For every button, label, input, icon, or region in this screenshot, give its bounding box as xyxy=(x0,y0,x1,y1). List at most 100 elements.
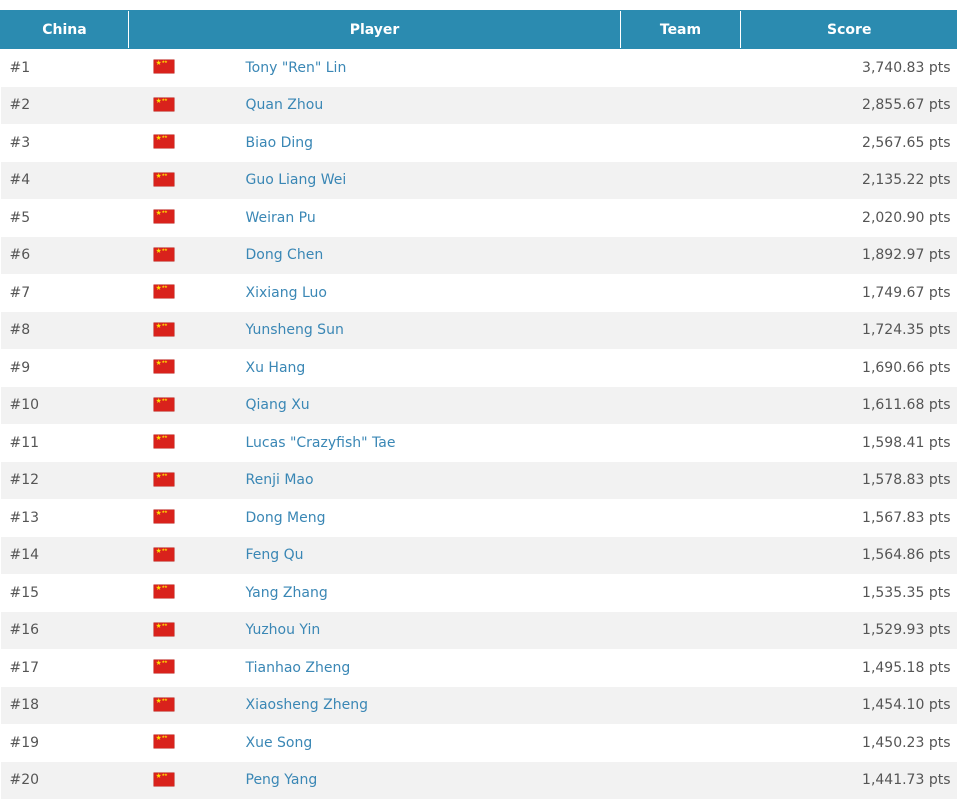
table-row: #2 Quan Zhou 2,855.67 pts xyxy=(0,86,957,124)
china-flag-icon xyxy=(153,509,174,523)
rank-cell: #5 xyxy=(0,199,129,237)
player-cell: Dong Chen xyxy=(128,236,621,274)
player-cell: Xue Song xyxy=(128,724,621,762)
team-cell xyxy=(620,274,741,312)
team-cell xyxy=(620,386,741,424)
score-cell: 2,855.67 pts xyxy=(740,86,957,124)
player-name-link[interactable]: Dong Chen xyxy=(246,247,324,263)
team-cell xyxy=(620,424,741,462)
table-row: #3 Biao Ding 2,567.65 pts xyxy=(0,124,957,162)
team-cell xyxy=(620,461,741,499)
china-flag-icon xyxy=(153,209,174,223)
player-name-link[interactable]: Tony "Ren" Lin xyxy=(246,60,347,76)
player-name-link[interactable]: Xiaosheng Zheng xyxy=(246,697,368,713)
china-flag-icon xyxy=(153,472,174,486)
player-cell: Yang Zhang xyxy=(128,574,621,612)
rank-cell: #7 xyxy=(0,274,129,312)
player-name-link[interactable]: Biao Ding xyxy=(246,135,314,151)
table-row: #8 Yunsheng Sun 1,724.35 pts xyxy=(0,311,957,349)
score-cell: 1,495.18 pts xyxy=(740,649,957,687)
team-cell xyxy=(620,199,741,237)
player-cell: Yuzhou Yin xyxy=(128,611,621,649)
table-row: #16 Yuzhou Yin 1,529.93 pts xyxy=(0,611,957,649)
player-name-link[interactable]: Weiran Pu xyxy=(246,210,316,226)
rank-cell: #1 xyxy=(0,48,129,87)
china-flag-icon xyxy=(153,247,174,261)
team-cell xyxy=(620,86,741,124)
rankings-table: China Player Team Score #1 Tony "Ren" Lin… xyxy=(0,10,957,799)
table-header: China Player Team Score xyxy=(0,10,957,49)
team-cell xyxy=(620,161,741,199)
player-name-link[interactable]: Xu Hang xyxy=(246,360,306,376)
china-flag-icon xyxy=(153,622,174,636)
china-flag-icon xyxy=(153,284,174,298)
table-row: #11 Lucas "Crazyfish" Tae 1,598.41 pts xyxy=(0,424,957,462)
player-cell: Renji Mao xyxy=(128,461,621,499)
player-cell: Tony "Ren" Lin xyxy=(128,48,621,87)
player-name-link[interactable]: Qiang Xu xyxy=(246,397,310,413)
score-cell: 3,740.83 pts xyxy=(740,48,957,87)
player-cell: Xixiang Luo xyxy=(128,274,621,312)
table-row: #7 Xixiang Luo 1,749.67 pts xyxy=(0,274,957,312)
rank-cell: #3 xyxy=(0,124,129,162)
player-name-link[interactable]: Yuzhou Yin xyxy=(246,622,321,638)
score-cell: 1,724.35 pts xyxy=(740,311,957,349)
team-cell xyxy=(620,761,741,799)
player-name-link[interactable]: Feng Qu xyxy=(246,547,304,563)
team-cell xyxy=(620,236,741,274)
rank-cell: #19 xyxy=(0,724,129,762)
rankings-table-container: China Player Team Score #1 Tony "Ren" Lin… xyxy=(0,10,957,799)
team-cell xyxy=(620,649,741,687)
player-name-link[interactable]: Lucas "Crazyfish" Tae xyxy=(246,435,396,451)
player-cell: Biao Ding xyxy=(128,124,621,162)
table-row: #17 Tianhao Zheng 1,495.18 pts xyxy=(0,649,957,687)
table-row: #1 Tony "Ren" Lin 3,740.83 pts xyxy=(0,48,957,87)
score-cell: 1,892.97 pts xyxy=(740,236,957,274)
column-header-player[interactable]: Player xyxy=(128,10,621,49)
rank-cell: #16 xyxy=(0,611,129,649)
player-name-link[interactable]: Yang Zhang xyxy=(246,585,328,601)
table-body: #1 Tony "Ren" Lin 3,740.83 pts #2 Quan Zhou 2… xyxy=(0,48,957,799)
score-cell: 1,567.83 pts xyxy=(740,499,957,537)
player-cell: Xiaosheng Zheng xyxy=(128,686,621,724)
rank-cell: #20 xyxy=(0,761,129,799)
china-flag-icon xyxy=(153,697,174,711)
rank-cell: #18 xyxy=(0,686,129,724)
player-cell: Quan Zhou xyxy=(128,86,621,124)
column-header-china[interactable]: China xyxy=(0,10,129,49)
player-name-link[interactable]: Tianhao Zheng xyxy=(246,660,351,676)
table-row: #15 Yang Zhang 1,535.35 pts xyxy=(0,574,957,612)
rank-cell: #12 xyxy=(0,461,129,499)
team-cell xyxy=(620,124,741,162)
china-flag-icon xyxy=(153,359,174,373)
column-header-team[interactable]: Team xyxy=(620,10,741,49)
rank-cell: #17 xyxy=(0,649,129,687)
player-name-link[interactable]: Quan Zhou xyxy=(246,97,324,113)
table-row: #5 Weiran Pu 2,020.90 pts xyxy=(0,199,957,237)
column-header-score[interactable]: Score xyxy=(740,10,957,49)
team-cell xyxy=(620,686,741,724)
player-name-link[interactable]: Xixiang Luo xyxy=(246,285,327,301)
player-name-link[interactable]: Renji Mao xyxy=(246,472,314,488)
player-cell: Lucas "Crazyfish" Tae xyxy=(128,424,621,462)
player-name-link[interactable]: Xue Song xyxy=(246,735,313,751)
score-cell: 1,578.83 pts xyxy=(740,461,957,499)
player-name-link[interactable]: Yunsheng Sun xyxy=(246,322,344,338)
score-cell: 1,598.41 pts xyxy=(740,424,957,462)
team-cell xyxy=(620,499,741,537)
score-cell: 1,564.86 pts xyxy=(740,536,957,574)
table-row: #13 Dong Meng 1,567.83 pts xyxy=(0,499,957,537)
player-cell: Feng Qu xyxy=(128,536,621,574)
score-cell: 2,135.22 pts xyxy=(740,161,957,199)
player-cell: Xu Hang xyxy=(128,349,621,387)
table-row: #9 Xu Hang 1,690.66 pts xyxy=(0,349,957,387)
player-cell: Dong Meng xyxy=(128,499,621,537)
player-name-link[interactable]: Peng Yang xyxy=(246,772,318,788)
china-flag-icon xyxy=(153,172,174,186)
team-cell xyxy=(620,311,741,349)
player-name-link[interactable]: Dong Meng xyxy=(246,510,326,526)
header-row: China Player Team Score xyxy=(0,10,957,49)
score-cell: 2,020.90 pts xyxy=(740,199,957,237)
score-cell: 1,450.23 pts xyxy=(740,724,957,762)
player-name-link[interactable]: Guo Liang Wei xyxy=(246,172,347,188)
